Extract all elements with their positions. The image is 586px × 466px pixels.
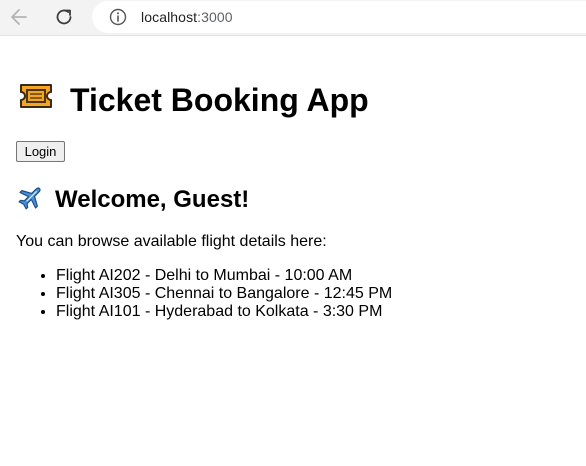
url-host: localhost [141,9,198,25]
list-item: Flight AI101 - Hyderabad to Kolkata - 3:… [56,303,392,321]
login-button[interactable]: Login [16,141,65,162]
welcome-heading: Welcome, Guest! [16,184,249,216]
page-title: Ticket Booking App [16,80,369,120]
reload-icon[interactable] [52,6,76,28]
browser-toolbar: localhost:3000 [0,0,586,36]
list-item: Flight AI305 - Chennai to Bangalore - 12… [56,285,392,303]
airplane-icon [17,183,45,218]
info-icon[interactable] [109,8,127,26]
app-title-text: Ticket Booking App [70,81,369,118]
list-item: Flight AI202 - Delhi to Mumbai - 10:00 A… [56,267,392,285]
url-text[interactable]: localhost:3000 [141,9,233,25]
back-arrow-icon[interactable] [7,6,31,28]
flight-list: Flight AI202 - Delhi to Mumbai - 10:00 A… [16,267,392,321]
welcome-text: Welcome, Guest! [55,186,250,213]
ticket-icon [18,81,54,119]
intro-text: You can browse available flight details … [16,233,327,250]
address-bar[interactable]: localhost:3000 [92,1,586,33]
url-port: :3000 [197,9,233,25]
